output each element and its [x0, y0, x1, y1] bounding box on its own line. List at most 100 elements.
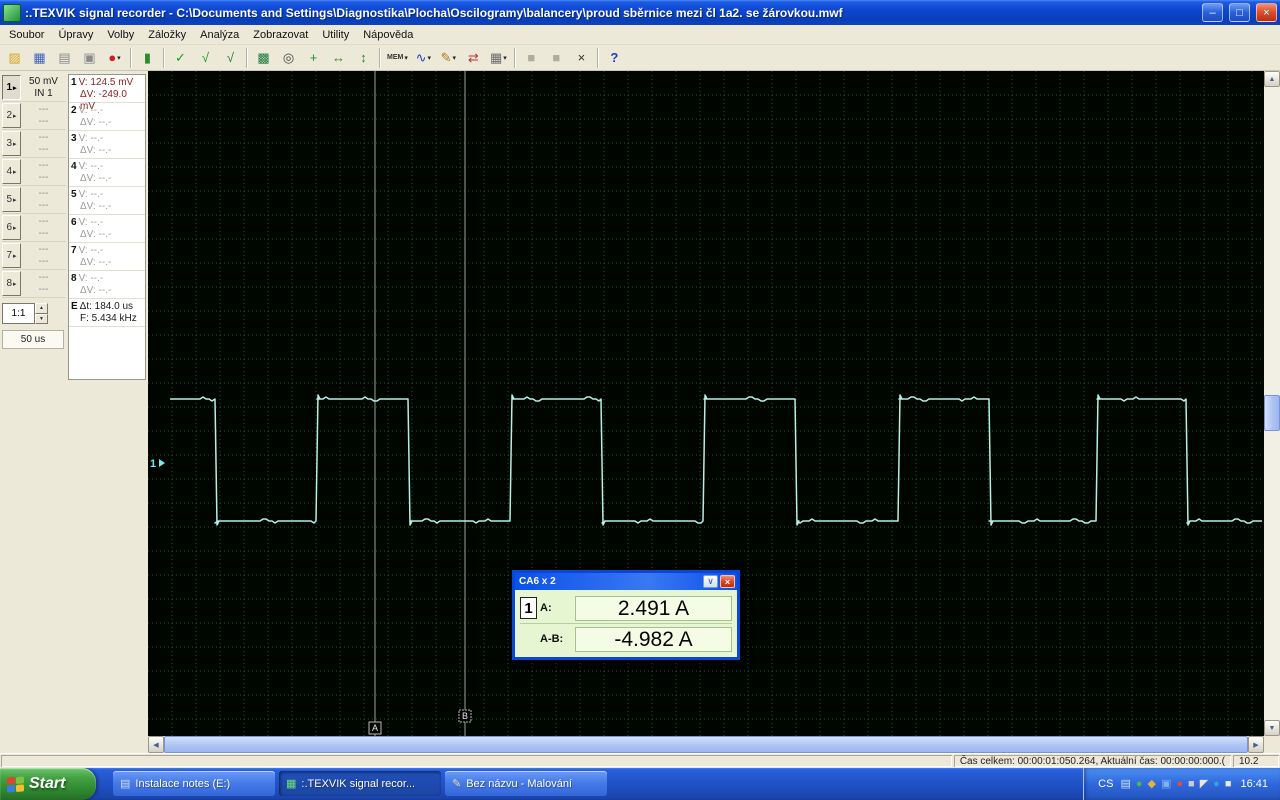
- toolbar-check-wave2-button[interactable]: √▾: [219, 47, 242, 69]
- menu-item[interactable]: Utility: [315, 27, 356, 43]
- toolbar-image-button[interactable]: ▩▾: [252, 47, 275, 69]
- close-button[interactable]: ×: [1256, 3, 1277, 22]
- toolbar-zoom-vertical-button[interactable]: ↕▾: [352, 47, 375, 69]
- title-bar[interactable]: :.TEXVIK signal recorder - C:\Documents …: [0, 0, 1280, 25]
- measurement-close-button[interactable]: ×: [720, 575, 735, 588]
- toolbar-button-icon: ▦: [33, 49, 46, 65]
- toolbar-open-button[interactable]: ▨▾: [3, 47, 26, 69]
- toolbar-separator[interactable]: ▾: [596, 47, 599, 68]
- tray-icon-1[interactable]: ▤: [1120, 778, 1130, 790]
- menu-item[interactable]: Zobrazovat: [246, 27, 315, 43]
- menu-item[interactable]: Soubor: [2, 27, 51, 43]
- horizontal-scrollbar[interactable]: ◀ ▶: [148, 736, 1264, 753]
- measurement-window[interactable]: CA6 x 2 ∨ × 1 A: 2.491 A A-B: -4.982 A: [512, 570, 740, 660]
- scroll-left-button[interactable]: ◀: [148, 736, 164, 753]
- channel-select-button[interactable]: 7 ▸: [2, 243, 21, 268]
- tray-icon-5[interactable]: ●: [1176, 778, 1183, 790]
- toolbar-wave-mode-button[interactable]: ∿ ▾: [412, 47, 435, 69]
- toolbar-draw-button[interactable]: ✎ ▾: [437, 47, 460, 69]
- measurement-window-titlebar[interactable]: CA6 x 2 ∨ ×: [515, 573, 737, 590]
- channel-input: ---: [38, 199, 49, 211]
- menu-item[interactable]: Úpravy: [51, 27, 100, 43]
- toolbar-swap-button[interactable]: ⇄▾: [462, 47, 485, 69]
- channel-arrow-icon: ▸: [13, 224, 17, 232]
- toolbar-zoom-all-button[interactable]: +▾: [302, 47, 325, 69]
- tray-icon-6[interactable]: ■: [1188, 778, 1195, 790]
- channel-select-button[interactable]: 2 ▸: [2, 103, 21, 128]
- channel-settings: --- ---: [21, 244, 66, 268]
- language-indicator[interactable]: CS: [1098, 778, 1113, 790]
- toolbar-snapshot-button[interactable]: ▣▾: [78, 47, 101, 69]
- start-button[interactable]: Start: [0, 768, 96, 800]
- svg-text:B: B: [462, 711, 468, 721]
- windows-logo-icon: [7, 775, 24, 793]
- channel-arrow-icon: ▸: [13, 280, 17, 288]
- tray-icon-2[interactable]: ●: [1136, 778, 1143, 790]
- toolbar-check-button[interactable]: ✓▾: [169, 47, 192, 69]
- tray-icon-3[interactable]: ◆: [1148, 778, 1156, 790]
- toolbar-save-button[interactable]: ▦▾: [28, 47, 51, 69]
- toolbar-button-icon: ✓: [175, 49, 186, 65]
- toolbar-separator[interactable]: ▾: [513, 47, 516, 68]
- minimize-button[interactable]: –: [1202, 3, 1223, 22]
- menu-item[interactable]: Nápověda: [356, 27, 420, 43]
- toolbar-separator[interactable]: ▾: [246, 47, 248, 68]
- vertical-scrollbar[interactable]: ▲ ▼: [1264, 71, 1280, 736]
- menu-item[interactable]: Volby: [100, 27, 141, 43]
- vertical-scroll-thumb[interactable]: [1264, 395, 1280, 431]
- menu-item[interactable]: Analýza: [193, 27, 246, 43]
- toolbar-button-icon: +: [309, 50, 318, 65]
- toolbar-marker-button[interactable]: ▮▾: [136, 47, 159, 69]
- task-icon: ✎: [452, 778, 462, 790]
- zoom-value[interactable]: 1:1: [2, 303, 35, 324]
- scroll-down-button[interactable]: ▼: [1264, 720, 1280, 736]
- toolbar-check-wave-button[interactable]: √▾: [194, 47, 217, 69]
- toolbar-print-button[interactable]: ▤▾: [53, 47, 76, 69]
- tray-icon-4[interactable]: ▣: [1161, 778, 1171, 790]
- tray-icon-7[interactable]: ◤: [1200, 778, 1208, 790]
- channel-select-button[interactable]: 8 ▸: [2, 271, 21, 296]
- channel-select-button[interactable]: 6 ▸: [2, 215, 21, 240]
- toolbar-separator[interactable]: ▾: [163, 47, 165, 68]
- toolbar-separator[interactable]: ▾: [130, 47, 132, 68]
- zoom-decrease-button[interactable]: ▼: [35, 313, 48, 324]
- toolbar-separator[interactable]: ▾: [379, 47, 381, 68]
- toolbar-zoom-horizontal-button[interactable]: ↔▾: [327, 47, 350, 69]
- maximize-button[interactable]: □: [1229, 3, 1250, 22]
- channel-info-2: 2 V: --.- ΔV: --.-: [69, 103, 145, 131]
- channel-input: ---: [38, 115, 49, 127]
- channel-select-button[interactable]: 4 ▸: [2, 159, 21, 184]
- toolbar-mem-button[interactable]: MEM ▾: [385, 47, 410, 69]
- timebase-value[interactable]: 50 us: [2, 330, 64, 349]
- toolbar-gray-button-2[interactable]: ■▾: [545, 47, 568, 69]
- svg-text:1: 1: [150, 458, 156, 470]
- channel-select-button[interactable]: 3 ▸: [2, 131, 21, 156]
- horizontal-scroll-thumb[interactable]: [164, 736, 1248, 753]
- toolbar-table-button[interactable]: ▦ ▾: [487, 47, 510, 69]
- task-texvik[interactable]: ▦ :.TEXVIK signal recor...: [279, 771, 441, 796]
- channel-select-button[interactable]: 1 ▸: [2, 75, 21, 100]
- task-malovani[interactable]: ✎ Bez názvu - Malování: [445, 771, 607, 796]
- toolbar-button-icon: ×: [577, 50, 586, 65]
- toolbar-delete-button[interactable]: ×▾: [570, 47, 593, 69]
- measurement-dropdown-button[interactable]: ∨: [703, 575, 718, 588]
- toolbar-gray-button-1[interactable]: ■▾: [520, 47, 543, 69]
- toolbar-button-icon: ↕: [360, 50, 367, 65]
- scroll-right-button[interactable]: ▶: [1248, 736, 1264, 753]
- zoom-increase-button[interactable]: ▲: [35, 303, 48, 314]
- toolbar-search-button[interactable]: ◎▾: [277, 47, 300, 69]
- toolbar-help-button[interactable]: ?▾: [603, 47, 626, 69]
- task-instalace-notes[interactable]: ▤ Instalace notes (E:): [113, 771, 275, 796]
- tray-icon-9[interactable]: ■: [1225, 778, 1232, 790]
- channel-row-7: 7 ▸ --- ---: [2, 242, 66, 270]
- menu-item[interactable]: Záložky: [141, 27, 193, 43]
- scroll-up-button[interactable]: ▲: [1264, 71, 1280, 87]
- toolbar-record-button[interactable]: ● ▾: [103, 47, 126, 69]
- system-tray: CS ▤ ● ◆ ▣ ● ■ ◤ ● ■ 16:41: [1083, 768, 1280, 800]
- menu-bar: Soubor Úpravy Volby Záložky Analýza Zobrazova…: [0, 25, 1280, 45]
- channel-range: ---: [38, 187, 49, 199]
- tray-icon-8[interactable]: ●: [1213, 778, 1220, 790]
- channel-info-6: 6 V: --.- ΔV: --.-: [69, 215, 145, 243]
- toolbar-button-icon: ▣: [83, 49, 96, 65]
- channel-select-button[interactable]: 5 ▸: [2, 187, 21, 212]
